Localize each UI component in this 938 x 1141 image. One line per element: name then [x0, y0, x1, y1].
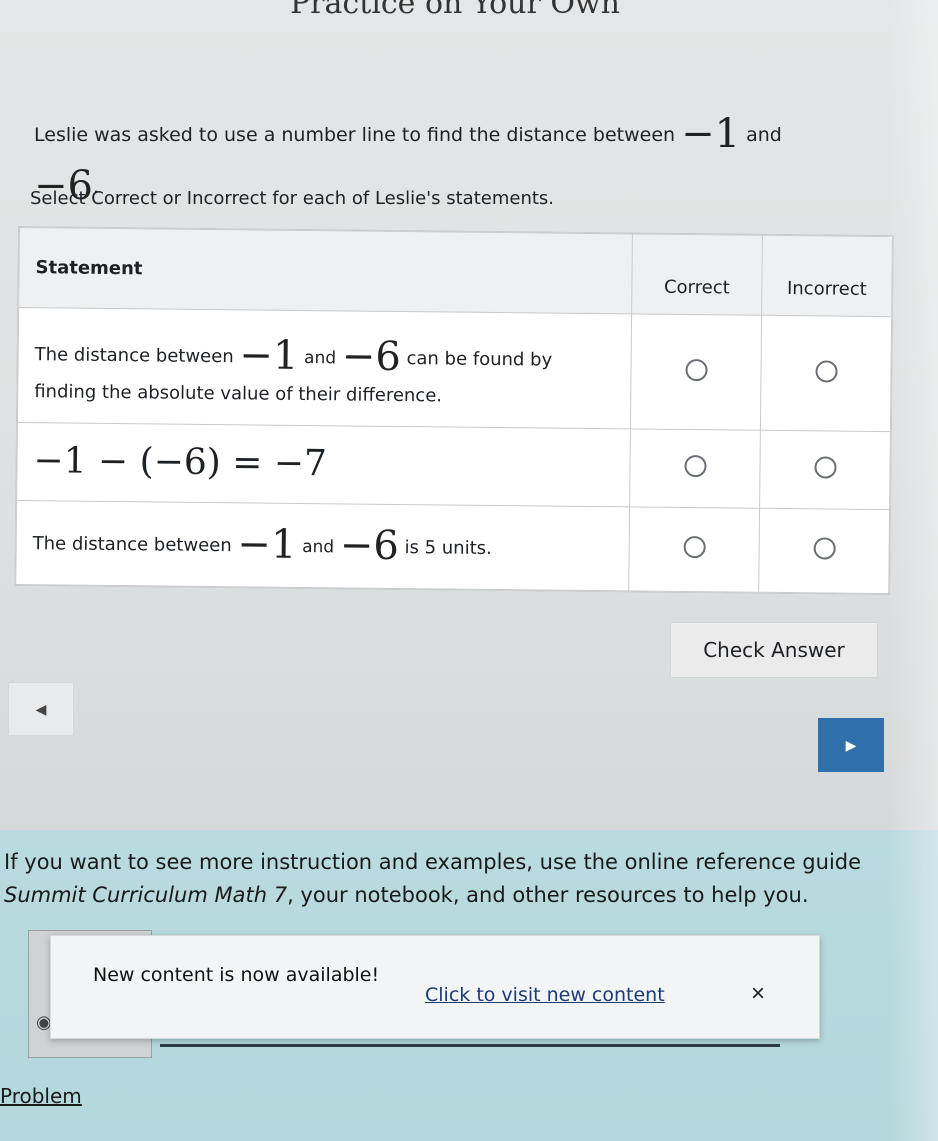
radio-cell-correct-1 [630, 314, 762, 431]
radio-incorrect-1[interactable] [814, 360, 838, 383]
toast-message: New content is now available! [93, 964, 380, 986]
new-content-toast: New content is now available! Click to v… [50, 935, 820, 1039]
question-value-a: −1 [681, 111, 741, 157]
check-answer-button[interactable]: Check Answer [670, 622, 878, 678]
page-heading: Practice on Your Own [290, 0, 620, 21]
statement-3: The distance between −1 and −6 is 5 unit… [15, 500, 630, 591]
radio-incorrect-2[interactable] [813, 456, 837, 479]
help-line-1: If you want to see more instruction and … [4, 850, 862, 874]
course-title: Summit Curriculum Math 7 [4, 882, 288, 907]
chevron-left-icon: ◀ [35, 700, 47, 717]
radio-cell-incorrect-1 [760, 315, 892, 432]
close-icon[interactable]: × [751, 980, 765, 1008]
table-header-row: Statement Correct Incorrect [18, 227, 893, 318]
reference-link-underline [160, 1044, 780, 1047]
instructions: Select Correct or Incorrect for each of … [30, 188, 555, 209]
question-prefix: Leslie was asked to use a number line to… [34, 124, 676, 146]
table-row: The distance between −1 and −6 is 5 unit… [15, 500, 890, 594]
question-connector: and [746, 124, 782, 146]
statement-1: The distance between −1 and −6 can be fo… [17, 307, 632, 430]
header-correct: Correct [631, 233, 763, 316]
radio-correct-1[interactable] [684, 358, 708, 382]
chevron-right-icon: ▶ [845, 736, 857, 753]
visit-new-content-link[interactable]: Click to visit new content [425, 984, 665, 1006]
table-row: −1 − (−6) = −7 [16, 422, 891, 510]
statement-table: Statement Correct Incorrect The distance… [14, 226, 894, 596]
help-text: If you want to see more instruction and … [4, 846, 924, 911]
header-statement: Statement [18, 227, 633, 315]
screen-glare [888, 0, 938, 1141]
radio-incorrect-3[interactable] [813, 537, 836, 560]
header-incorrect: Incorrect [761, 235, 893, 318]
previous-button[interactable]: ◀ [8, 682, 74, 736]
table-row: The distance between −1 and −6 can be fo… [17, 307, 892, 432]
radio-correct-2[interactable] [683, 454, 707, 478]
statement-2: −1 − (−6) = −7 [16, 422, 631, 507]
radio-cell-correct-2 [629, 429, 761, 508]
radio-cell-correct-3 [628, 506, 760, 593]
next-button[interactable]: ▶ [818, 718, 884, 772]
radio-cell-incorrect-3 [758, 507, 890, 594]
radio-cell-incorrect-2 [759, 430, 891, 510]
problem-link[interactable]: Problem [0, 1084, 82, 1108]
radio-correct-3[interactable] [683, 535, 706, 559]
help-line-2: , your notebook, and other resources to … [287, 882, 809, 907]
